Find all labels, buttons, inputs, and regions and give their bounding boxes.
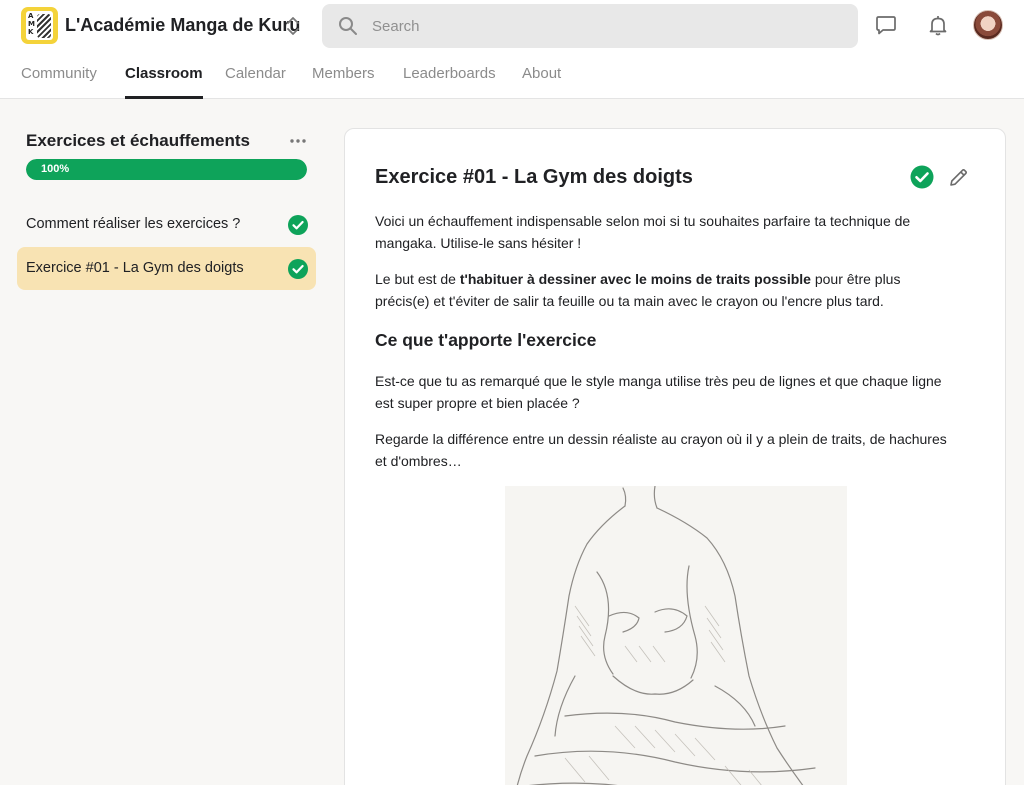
lesson-item-label: Comment réaliser les exercices ? bbox=[26, 216, 241, 232]
more-options-icon[interactable] bbox=[288, 131, 308, 151]
group-switcher-icon[interactable] bbox=[284, 14, 302, 38]
search-input[interactable] bbox=[372, 4, 842, 48]
logo-manga-face bbox=[37, 14, 51, 38]
lesson-subheading: Ce que t'apporte l'exercice bbox=[375, 330, 597, 350]
logo-artwork: A M K bbox=[26, 11, 53, 40]
mark-complete-icon[interactable] bbox=[910, 165, 934, 189]
bell-icon[interactable] bbox=[926, 13, 950, 37]
top-header: A M K L'Académie Manga de Kuru Community… bbox=[0, 0, 1024, 99]
lesson-item[interactable]: Comment réaliser les exercices ? bbox=[17, 203, 316, 246]
check-circle-icon bbox=[288, 215, 308, 235]
lesson-paragraph-4: Regarde la différence entre un dessin ré… bbox=[375, 431, 947, 469]
lesson-paragraph-2: Le but est de t'habituer à dessiner avec… bbox=[375, 268, 955, 312]
lesson-content-card: Exercice #01 - La Gym des doigts Voici u… bbox=[344, 128, 1006, 785]
lesson-item-label: Exercice #01 - La Gym des doigts bbox=[26, 260, 244, 276]
tab-classroom[interactable]: Classroom bbox=[125, 65, 203, 99]
tab-about[interactable]: About bbox=[522, 65, 561, 99]
chat-icon[interactable] bbox=[874, 13, 898, 37]
tab-calendar[interactable]: Calendar bbox=[225, 65, 286, 99]
lesson-paragraph-1: Voici un échauffement indispensable selo… bbox=[375, 213, 911, 251]
pencil-sketch-image bbox=[505, 485, 847, 785]
group-logo[interactable]: A M K bbox=[21, 7, 58, 44]
paragraph-bold-text: t'habituer à dessiner avec le moins de t… bbox=[459, 271, 811, 287]
logo-letters: A M K bbox=[28, 12, 35, 36]
course-title: Exercices et échauffements bbox=[26, 131, 250, 150]
nav-tabs: Community Classroom Calendar Members Lea… bbox=[0, 60, 1024, 99]
paragraph-text: Le but est de bbox=[375, 271, 460, 287]
tab-leaderboards[interactable]: Leaderboards bbox=[403, 65, 496, 99]
lesson-item-active[interactable]: Exercice #01 - La Gym des doigts bbox=[17, 247, 316, 290]
lesson-paragraph-3: Est-ce que tu as remarqué que le style m… bbox=[375, 373, 942, 411]
edit-pencil-icon[interactable] bbox=[948, 167, 969, 188]
lesson-title: Exercice #01 - La Gym des doigts bbox=[375, 166, 693, 188]
search-icon bbox=[338, 16, 358, 36]
course-progress-bar: 100% bbox=[26, 159, 307, 180]
progress-label: 100% bbox=[41, 163, 70, 175]
avatar[interactable] bbox=[973, 10, 1003, 40]
search-bar[interactable] bbox=[322, 4, 858, 48]
group-name[interactable]: L'Académie Manga de Kuru bbox=[65, 15, 300, 36]
check-circle-icon bbox=[288, 259, 308, 279]
tab-members[interactable]: Members bbox=[312, 65, 375, 99]
tab-community[interactable]: Community bbox=[21, 65, 97, 99]
